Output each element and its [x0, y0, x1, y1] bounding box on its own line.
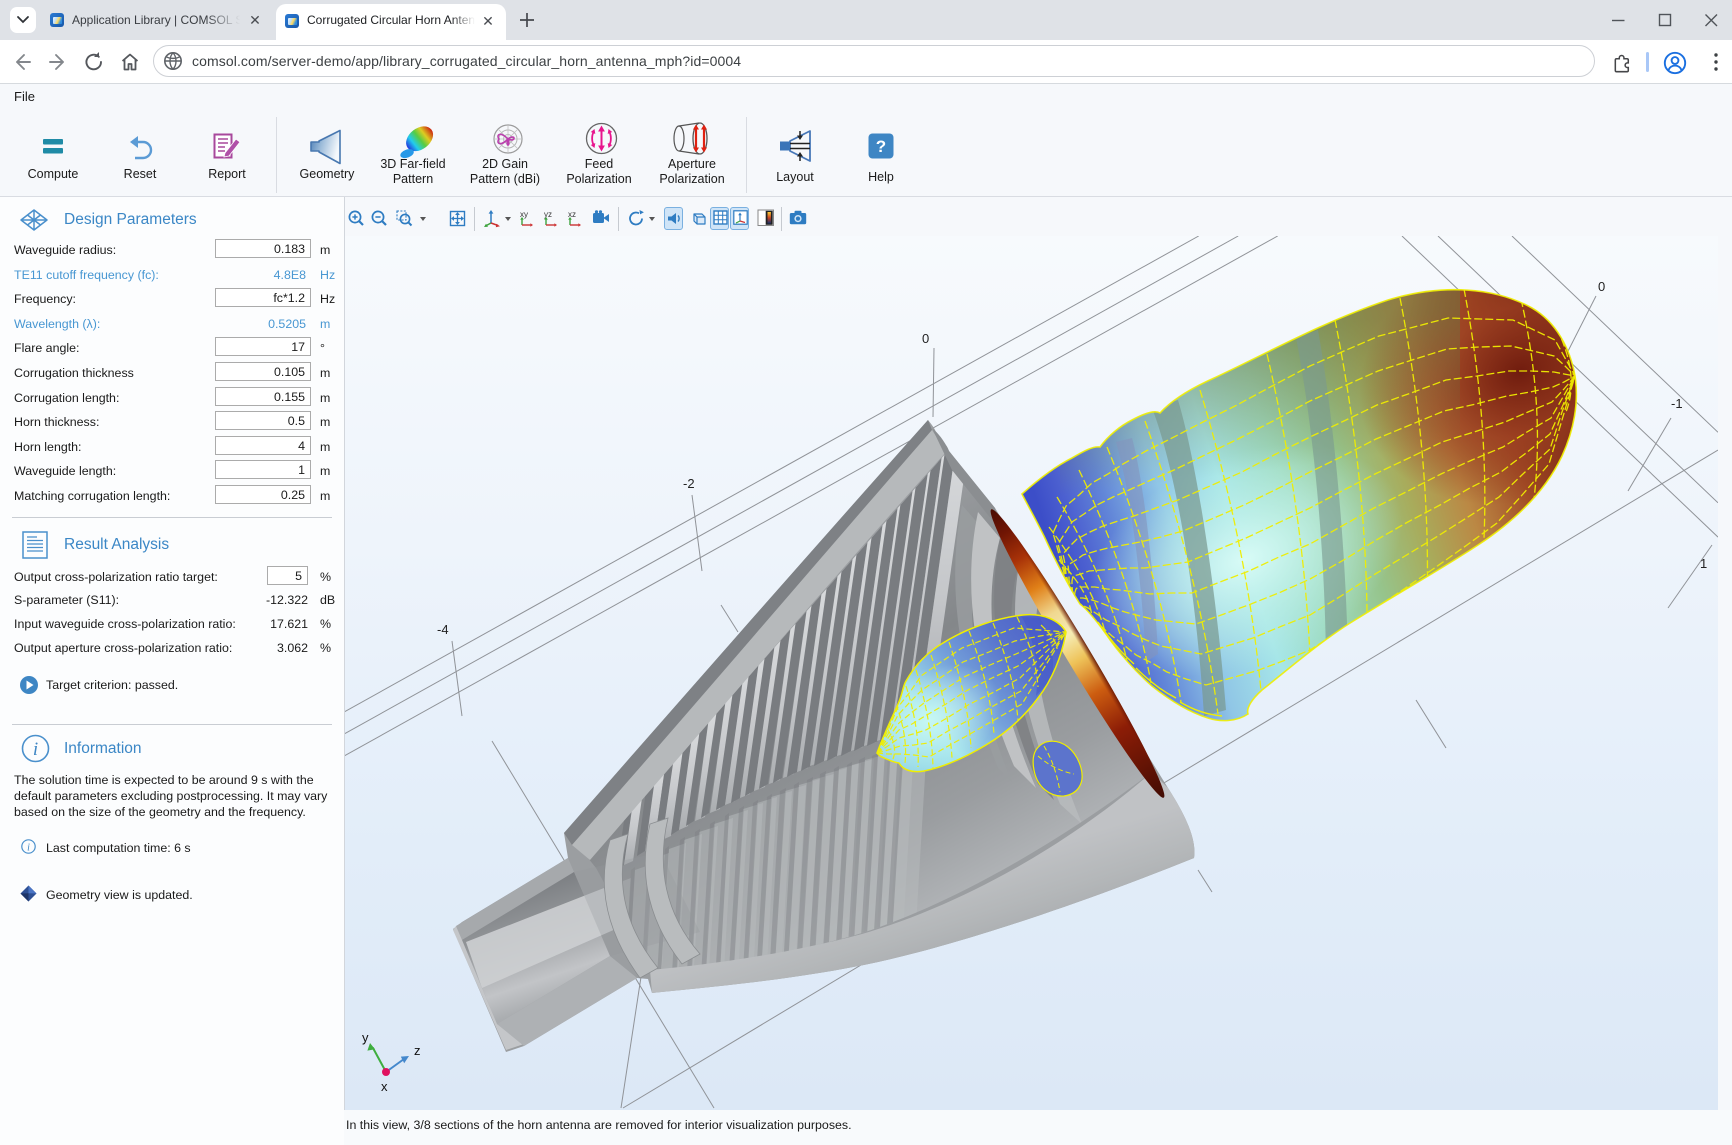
- svg-text:x: x: [381, 1079, 388, 1094]
- svg-text:-4: -4: [437, 622, 449, 637]
- svg-text:yz: yz: [544, 210, 552, 219]
- svg-text:xz: xz: [568, 210, 576, 219]
- svg-text:-1: -1: [1671, 396, 1683, 411]
- svg-text:i: i: [27, 842, 30, 853]
- svg-text:i: i: [33, 739, 38, 760]
- svg-text:1: 1: [1700, 556, 1707, 571]
- svg-text:-2: -2: [683, 476, 695, 491]
- svg-text:z: z: [414, 1043, 421, 1058]
- svg-text:?: ?: [876, 137, 886, 156]
- svg-text:0: 0: [922, 331, 929, 346]
- svg-text:0: 0: [1598, 279, 1605, 294]
- svg-text:xy: xy: [520, 210, 528, 219]
- svg-text:y: y: [362, 1030, 369, 1045]
